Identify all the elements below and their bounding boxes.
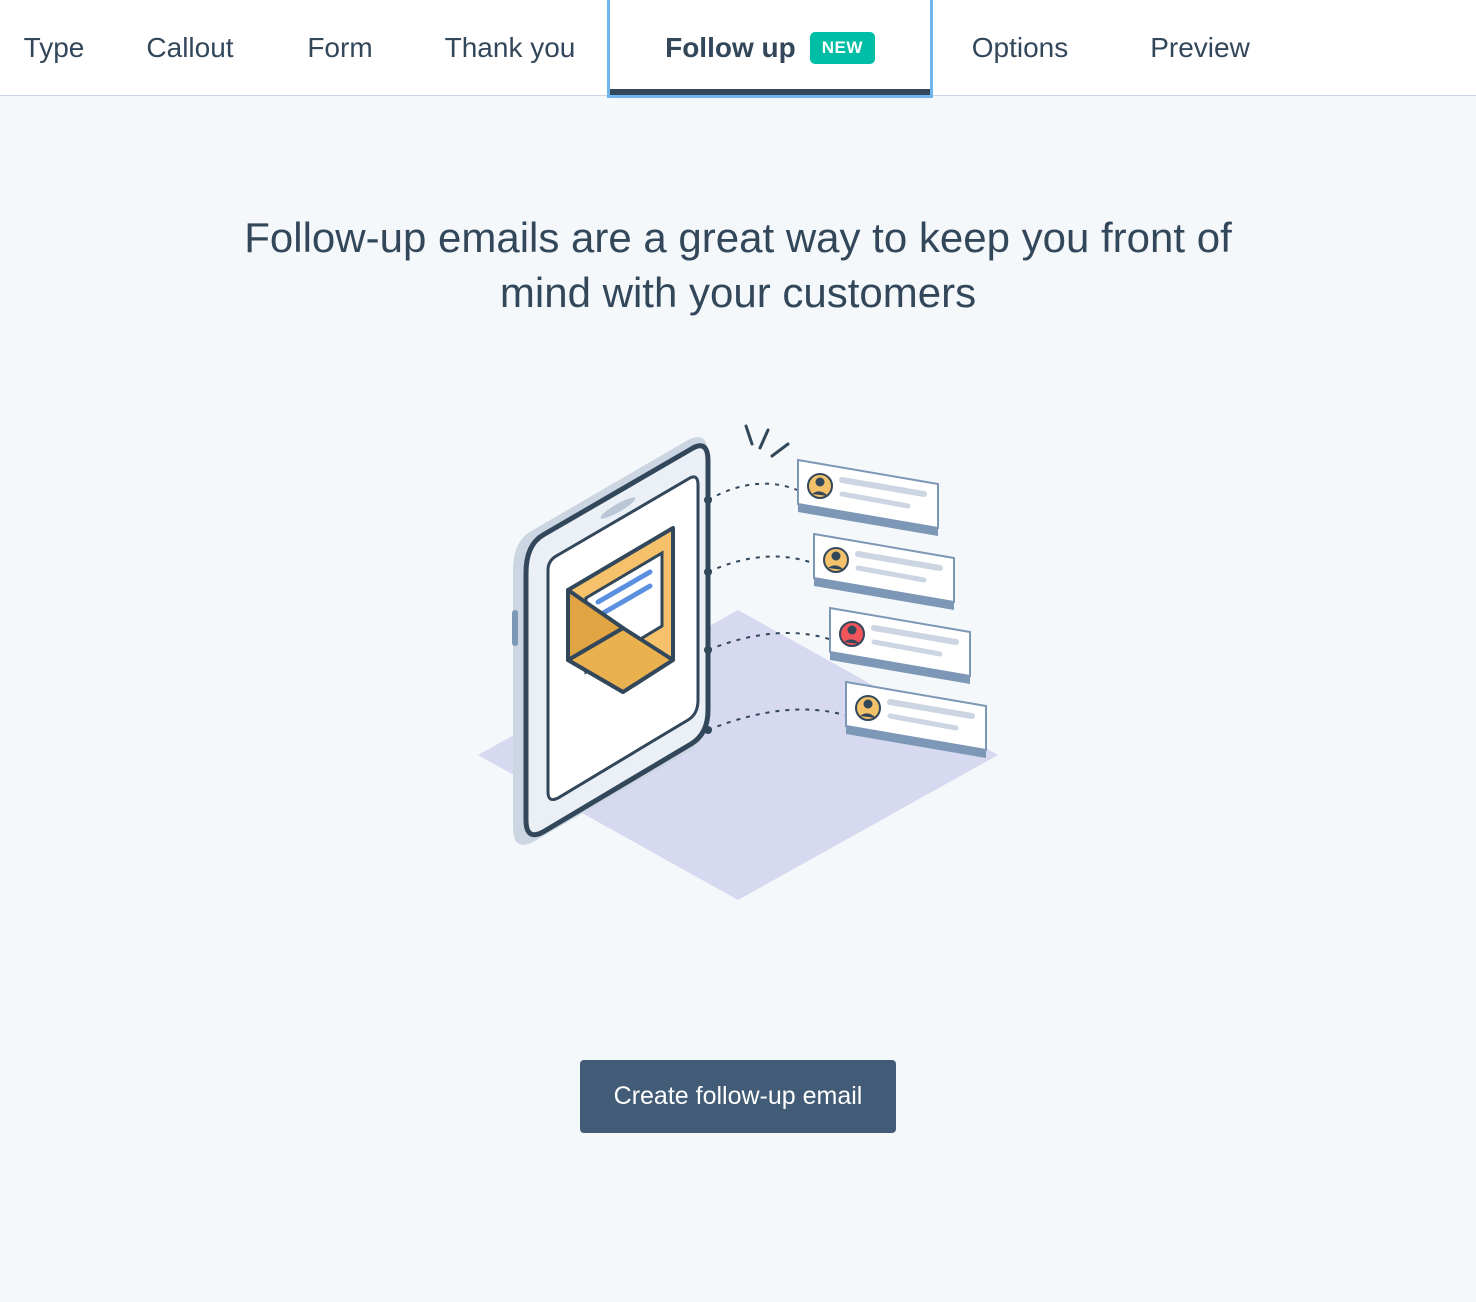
tab-label: Options xyxy=(972,32,1069,64)
cta-row: Create follow-up email xyxy=(40,1060,1436,1133)
tab-form[interactable]: Form xyxy=(270,0,410,95)
followup-illustration xyxy=(458,400,1018,920)
tab-type[interactable]: Type xyxy=(0,0,110,95)
main-content: Follow-up emails are a great way to keep… xyxy=(0,96,1476,1253)
tab-options[interactable]: Options xyxy=(930,0,1110,95)
tab-label: Form xyxy=(307,32,372,64)
tab-label: Callout xyxy=(146,32,233,64)
new-badge: NEW xyxy=(810,32,875,64)
tab-label: Preview xyxy=(1150,32,1250,64)
contact-card-3 xyxy=(830,608,970,684)
create-followup-email-button[interactable]: Create follow-up email xyxy=(580,1060,897,1133)
wizard-tabbar: Type Callout Form Thank you Follow up NE… xyxy=(0,0,1476,96)
page-headline: Follow-up emails are a great way to keep… xyxy=(198,211,1278,320)
tab-callout[interactable]: Callout xyxy=(110,0,270,95)
contact-card-2 xyxy=(814,534,954,610)
tab-follow-up[interactable]: Follow up NEW xyxy=(610,0,930,95)
contact-card-1 xyxy=(798,460,938,536)
tab-preview[interactable]: Preview xyxy=(1110,0,1290,95)
tab-label: Follow up xyxy=(665,32,796,64)
tab-thank-you[interactable]: Thank you xyxy=(410,0,610,95)
tab-label: Type xyxy=(24,32,85,64)
tab-label: Thank you xyxy=(445,32,576,64)
spark-icon xyxy=(746,426,788,456)
